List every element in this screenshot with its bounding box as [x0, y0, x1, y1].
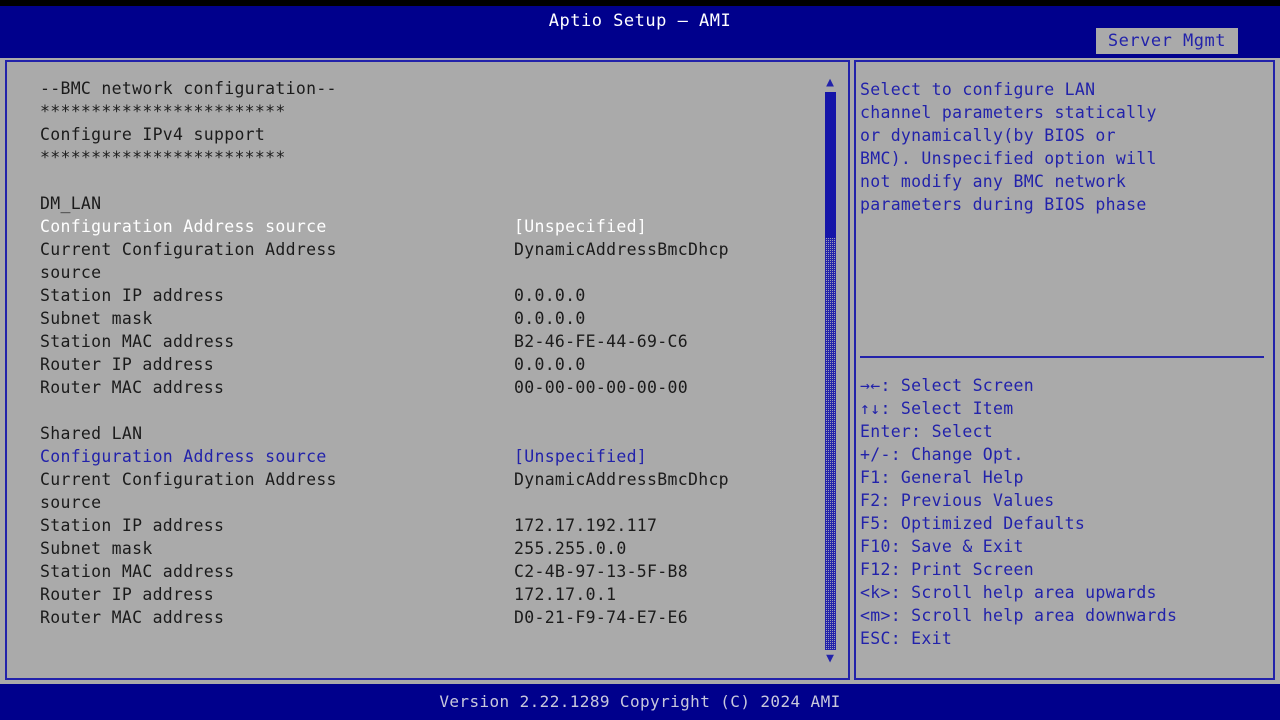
settings-scrollbar[interactable]: ▲ ▼: [822, 76, 838, 666]
legend-row: →←: Select Screen: [860, 376, 1034, 395]
setting-row[interactable]: Router MAC address 00-00-00-00-00-00: [40, 376, 800, 399]
help-line: channel parameters statically: [860, 103, 1157, 122]
subsection-title: Configure IPv4 support: [40, 125, 266, 144]
settings-panel: --BMC network configuration-- ***********…: [5, 60, 850, 680]
legend-row: <k>: Scroll help area upwards: [860, 583, 1157, 602]
setting-label: Configuration Address source: [40, 217, 327, 236]
help-divider: [860, 356, 1264, 358]
help-line: or dynamically(by BIOS or: [860, 126, 1116, 145]
legend-row: F5: Optimized Defaults: [860, 514, 1086, 533]
setting-value[interactable]: C2-4B-97-13-5F-B8: [514, 560, 688, 583]
setting-label: Configuration Address source: [40, 447, 327, 466]
scroll-down-arrow-icon[interactable]: ▼: [822, 652, 838, 666]
legend-row: F2: Previous Values: [860, 491, 1055, 510]
setting-row[interactable]: Station MAC address C2-4B-97-13-5F-B8: [40, 560, 800, 583]
setting-value[interactable]: D0-21-F9-74-E7-E6: [514, 606, 688, 629]
setting-row[interactable]: Station IP address 0.0.0.0: [40, 284, 800, 307]
scrollbar-thumb[interactable]: [825, 92, 836, 238]
help-panel: Select to configure LAN channel parameter…: [854, 60, 1275, 680]
setting-label: source: [40, 263, 102, 282]
setting-label: Subnet mask: [40, 539, 153, 558]
setting-label: Station IP address: [40, 286, 225, 305]
setting-row[interactable]: Current Configuration Address DynamicAddr…: [40, 468, 800, 491]
tab-server-mgmt[interactable]: Server Mgmt: [1095, 28, 1238, 54]
setting-label: Station MAC address: [40, 562, 235, 581]
page-title: Aptio Setup – AMI: [548, 11, 732, 31]
setting-label: Current Configuration Address: [40, 240, 337, 259]
group-header-shared-lan: Shared LAN: [40, 424, 143, 443]
setting-label: Router IP address: [40, 585, 214, 604]
setting-value[interactable]: 0.0.0.0: [514, 284, 586, 307]
setting-value[interactable]: DynamicAddressBmcDhcp: [514, 468, 729, 491]
legend-row: F12: Print Screen: [860, 560, 1034, 579]
setting-row: source: [40, 491, 800, 514]
legend-row: <m>: Scroll help area downwards: [860, 606, 1178, 625]
help-line: parameters during BIOS phase: [860, 195, 1147, 214]
legend-row: F10: Save & Exit: [860, 537, 1024, 556]
setting-row[interactable]: Router MAC address D0-21-F9-74-E7-E6: [40, 606, 800, 629]
setting-label: Station MAC address: [40, 332, 235, 351]
setting-row[interactable]: Configuration Address source [Unspecified…: [40, 215, 800, 238]
setting-label: Current Configuration Address: [40, 470, 337, 489]
help-line: not modify any BMC network: [860, 172, 1127, 191]
setting-value[interactable]: 172.17.192.117: [514, 514, 657, 537]
group-header-dm-lan: DM_LAN: [40, 194, 102, 213]
section-title: --BMC network configuration--: [40, 79, 337, 98]
setting-row[interactable]: Station MAC address B2-46-FE-44-69-C6: [40, 330, 800, 353]
help-line: BMC). Unspecified option will: [860, 149, 1157, 168]
setting-row[interactable]: Router IP address 172.17.0.1: [40, 583, 800, 606]
section-separator-top: ************************: [40, 102, 286, 121]
scroll-up-arrow-icon[interactable]: ▲: [822, 76, 838, 90]
section-separator-bottom: ************************: [40, 148, 286, 167]
legend-row: Enter: Select: [860, 422, 994, 441]
setting-row[interactable]: Current Configuration Address DynamicAddr…: [40, 238, 800, 261]
setting-label: Subnet mask: [40, 309, 153, 328]
setting-label: Router MAC address: [40, 608, 225, 627]
settings-list: --BMC network configuration-- ***********…: [40, 77, 800, 629]
setting-row[interactable]: Router IP address 0.0.0.0: [40, 353, 800, 376]
setting-value[interactable]: DynamicAddressBmcDhcp: [514, 238, 729, 261]
setting-value[interactable]: B2-46-FE-44-69-C6: [514, 330, 688, 353]
setting-row[interactable]: Configuration Address source [Unspecified…: [40, 445, 800, 468]
setting-row[interactable]: Station IP address 172.17.192.117: [40, 514, 800, 537]
row-spacer: [40, 399, 800, 422]
setting-value[interactable]: 00-00-00-00-00-00: [514, 376, 688, 399]
legend-row: ↑↓: Select Item: [860, 399, 1014, 418]
version-text: Version 2.22.1289 Copyright (C) 2024 AMI: [439, 692, 841, 711]
legend-row: +/-: Change Opt.: [860, 445, 1024, 464]
legend-row: F1: General Help: [860, 468, 1024, 487]
setting-row: source: [40, 261, 800, 284]
key-legend: →←: Select Screen ↑↓: Select Item Enter: S…: [860, 374, 1270, 650]
setting-value[interactable]: 0.0.0.0: [514, 307, 586, 330]
help-description: Select to configure LAN channel parameter…: [860, 78, 1260, 216]
tab-strip: [0, 36, 1280, 58]
setting-value[interactable]: 172.17.0.1: [514, 583, 616, 606]
setting-value[interactable]: [Unspecified]: [514, 445, 647, 468]
bios-setup-screen: Aptio Setup – AMI Server Mgmt --BMC netw…: [0, 0, 1280, 720]
setting-row[interactable]: Subnet mask 255.255.0.0: [40, 537, 800, 560]
setting-label: Station IP address: [40, 516, 225, 535]
setting-label: Router IP address: [40, 355, 214, 374]
help-line: Select to configure LAN: [860, 80, 1096, 99]
row-spacer: [40, 169, 800, 192]
legend-row: ESC: Exit: [860, 629, 953, 648]
setting-value[interactable]: 255.255.0.0: [514, 537, 627, 560]
setting-value[interactable]: [Unspecified]: [514, 215, 647, 238]
setting-label: source: [40, 493, 102, 512]
setting-value[interactable]: 0.0.0.0: [514, 353, 586, 376]
setting-label: Router MAC address: [40, 378, 225, 397]
setting-row[interactable]: Subnet mask 0.0.0.0: [40, 307, 800, 330]
